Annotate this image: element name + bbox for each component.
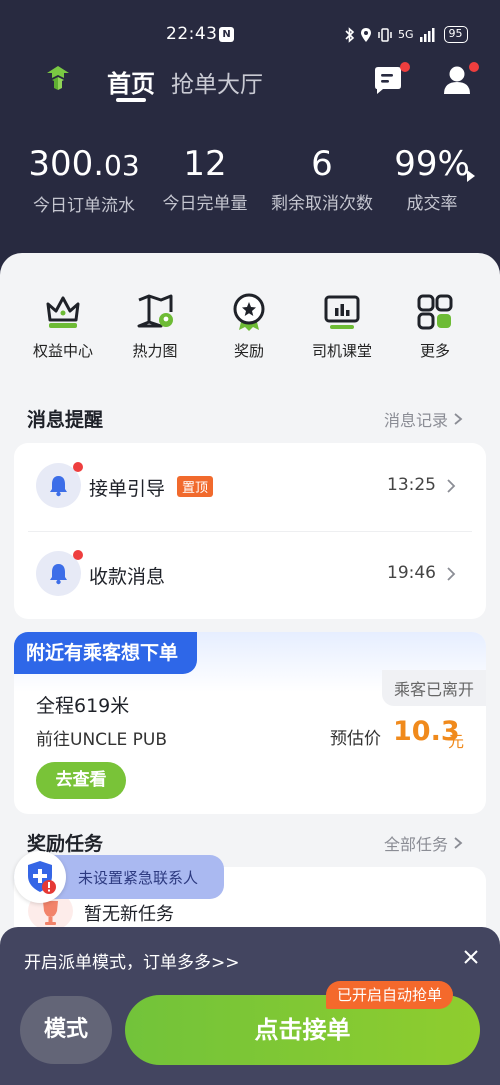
message-button[interactable] [372,62,410,96]
price-label: 预估价 [330,729,381,749]
stats-row: 300.03 今日订单流水 12 今日完单量 6 剩余取消次数 99% 成交率 [0,143,500,223]
stat-value-decimal: 03 [104,149,140,182]
quick-item-classroom[interactable]: 司机课堂 [297,292,387,361]
top-panel: 22:43 N 5G 95 首页 抢单大厅 300.03 今日订单流水 12 今… [0,0,500,290]
dispatch-mode-promo[interactable]: 开启派单模式，订单多多>> [24,948,240,973]
stat-value-main: 300. [28,144,105,184]
status-bar: 22:43 N 5G 95 [0,18,500,50]
order-distance: 全程619米 [36,695,130,717]
quick-item-heatmap[interactable]: 热力图 [110,292,200,361]
award-icon [233,293,265,331]
signal-icon [419,27,435,42]
quick-item-more[interactable]: 更多 [390,292,480,361]
nearby-order-card[interactable]: 附近有乘客想下单 乘客已离开 全程619米 前往UNCLE PUB 预估价 10… [14,632,486,814]
chevron-right-icon [447,479,456,493]
auto-grab-badge: 已开启自动抢单 [326,981,454,1009]
tab-order-hall[interactable]: 抢单大厅 [171,65,263,99]
stat-label: 成交率 [406,194,458,214]
profile-button[interactable] [441,62,479,96]
order-destination: 前往UNCLE PUB [36,730,168,750]
network-type: 5G [398,28,414,41]
stat-value: 300.03 [24,143,144,187]
unread-dot [73,462,83,472]
battery-indicator: 95 [443,26,468,43]
price-unit: 元 [448,732,465,751]
stat-label: 剩余取消次数 [271,194,373,214]
stat-cancel-remaining[interactable]: 6 剩余取消次数 [267,143,377,214]
message-history-link[interactable]: 消息记录 [384,407,463,431]
stat-label: 今日订单流水 [33,196,135,216]
message-time: 13:25 [387,475,436,495]
quick-item-label: 司机课堂 [311,342,372,360]
quick-item-benefits[interactable]: 权益中心 [18,292,108,361]
bell-icon [36,462,83,508]
stat-value: 99% [394,144,470,184]
quick-menu: 权益中心 热力图 奖励 司机课堂 更多 [0,292,500,372]
stat-deal-rate[interactable]: 99% 成交率 [388,143,476,214]
emergency-contact-prompt[interactable]: 未设置紧急联系人 [14,851,224,903]
message-title: 接单引导 [89,478,166,500]
mode-button[interactable]: 模式 [20,996,112,1064]
close-icon[interactable] [462,948,480,966]
quick-item-label: 奖励 [233,342,264,360]
bottom-bar: 开启派单模式，订单多多>> 模式 点击接单 已开启自动抢单 [0,927,500,1085]
profile-unread-dot [469,62,479,72]
unread-dot [73,550,83,560]
stat-value: 6 [311,144,333,184]
passenger-status-tag: 乘客已离开 [381,670,486,706]
chevron-right-icon [454,837,463,849]
all-tasks-link[interactable]: 全部任务 [384,831,463,855]
chat-icon [375,67,401,94]
emergency-contact-text: 未设置紧急联系人 [78,869,199,887]
vibrate-icon [378,27,392,42]
quick-item-label: 权益中心 [32,342,93,360]
system-icons: 5G 95 [345,26,468,43]
chevron-right-icon [454,413,463,425]
message-item-payment[interactable]: 收款消息 19:46 [14,531,486,619]
messages-title: 消息提醒 [27,409,104,431]
stat-daily-revenue[interactable]: 300.03 今日订单流水 [24,143,144,216]
scroll-right-icon [467,170,475,182]
quick-item-label: 热力图 [132,342,178,360]
nearby-order-banner: 附近有乘客想下单 [14,632,197,674]
no-tasks-text: 暂无新任务 [84,904,174,925]
message-history-label: 消息记录 [384,411,449,430]
view-order-button[interactable]: 去查看 [36,762,126,799]
quick-item-rewards[interactable]: 奖励 [204,292,294,361]
heatmap-icon [137,294,173,328]
stat-daily-completed[interactable]: 12 今日完单量 [155,143,255,214]
location-icon [361,27,371,42]
tab-home-indicator [116,98,146,102]
quick-item-label: 更多 [419,342,450,360]
status-time: 22:43 [166,24,218,44]
stat-label: 今日完单量 [162,194,248,214]
crown-icon [46,296,80,328]
more-icon [417,294,453,330]
header: 首页 抢单大厅 [0,58,500,108]
bluetooth-icon [345,26,355,43]
classroom-icon [324,295,360,329]
message-title: 收款消息 [89,566,166,588]
bell-icon [36,550,83,596]
message-time: 19:46 [387,563,436,583]
message-item-guide[interactable]: 接单引导 置顶 13:25 [14,443,486,532]
stat-value: 12 [183,144,227,184]
tab-home[interactable]: 首页 [107,64,155,99]
pinned-badge: 置顶 [177,476,214,497]
all-tasks-label: 全部任务 [384,835,449,854]
app-logo-icon [47,66,69,90]
user-icon [444,66,470,94]
shield-icon [14,851,66,903]
notification-icon: N [219,27,234,42]
messages-card: 接单引导 置顶 13:25 收款消息 19:46 [14,443,486,619]
chevron-right-icon [447,567,456,581]
message-unread-dot [400,62,410,72]
